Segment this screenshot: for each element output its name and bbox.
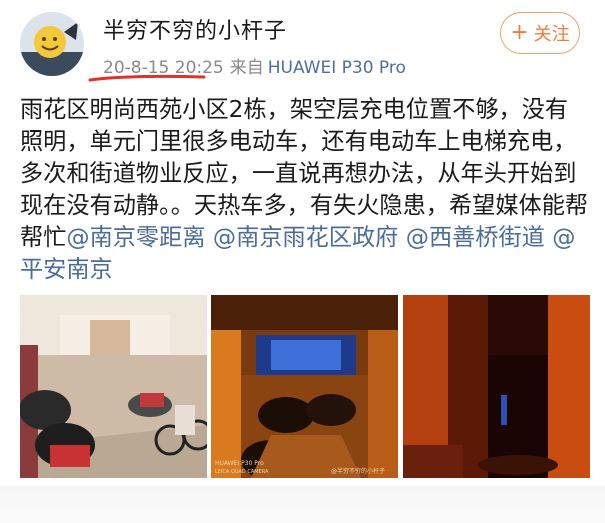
mention-link[interactable]: @西善桥街道 — [406, 224, 545, 251]
photo-2[interactable]: HUAWEI P30 Pro LEICA QUAD CAMERA @半穷不穷的小… — [211, 295, 398, 478]
post-text: 雨花区明尚西苑小区2栋，架空层充电位置不够，没有照明，单元门里很多电动车，还有电… — [20, 94, 590, 286]
footer-fade — [0, 486, 605, 523]
avatar[interactable] — [20, 12, 84, 76]
photo-watermark-model: HUAWEI P30 Pro — [215, 460, 264, 467]
photo-1-image — [20, 295, 207, 478]
mention-link[interactable]: @南京雨花区政府 — [213, 224, 399, 251]
follow-label: 关注 — [533, 24, 570, 45]
device-name[interactable]: HUAWEI P30 Pro — [268, 58, 406, 78]
photo-grid: HUAWEI P30 Pro LEICA QUAD CAMERA @半穷不穷的小… — [20, 295, 590, 478]
weibo-post: 半穷不穷的小杆子 20-8-15 20:25 来自 HUAWEI P30 Pro +… — [0, 0, 605, 523]
username[interactable]: 半穷不穷的小杆子 — [103, 13, 287, 45]
avatar-image — [20, 12, 84, 76]
red-underline-annotation — [88, 74, 206, 82]
plus-icon: + — [510, 20, 529, 45]
photo-3[interactable] — [403, 295, 590, 478]
photo-watermark-camera: LEICA QUAD CAMERA — [215, 469, 269, 475]
photo-watermark-user: @半穷不穷的小杆子 — [331, 467, 385, 475]
source-prefix: 来自 — [229, 58, 264, 78]
photo-1[interactable] — [20, 295, 207, 478]
follow-button[interactable]: + 关注 — [500, 12, 580, 54]
photo-2-image: HUAWEI P30 Pro LEICA QUAD CAMERA @半穷不穷的小… — [211, 295, 398, 478]
photo-3-image — [403, 295, 590, 478]
mention-link[interactable]: @南京零距离 — [66, 224, 205, 251]
